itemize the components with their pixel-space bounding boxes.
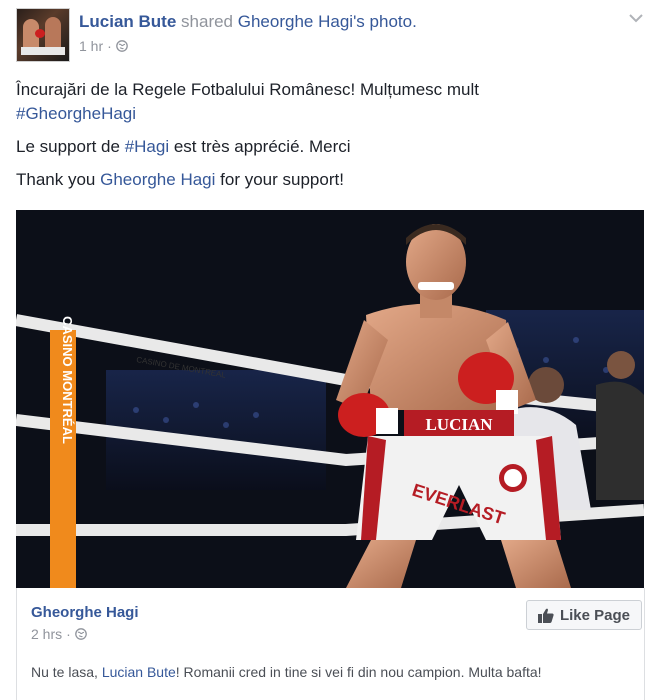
source-owner-link[interactable]: Gheorghe Hagi [238, 12, 353, 31]
post-header: Lucian Bute shared Gheorghe Hagi's photo… [16, 8, 646, 64]
post-line-3-text: Thank you [16, 170, 101, 189]
shared-action-text: shared [181, 12, 234, 31]
like-page-button[interactable]: Like Page [526, 600, 642, 630]
author-avatar[interactable] [16, 8, 70, 62]
mention-lucian-bute[interactable]: Lucian Bute [102, 664, 176, 680]
meta-separator: · [107, 38, 112, 54]
corner-pad-text: CASINO MONTRÉAL [60, 316, 75, 444]
like-page-label: Like Page [559, 606, 631, 624]
shared-photo[interactable]: CASINO MONTRÉAL CASINO DE MONTREAL LUCIA… [16, 210, 644, 588]
shared-meta: 2 hrs · [31, 626, 87, 642]
shared-page-name-link[interactable]: Gheorghe Hagi [31, 604, 139, 621]
post-paragraph-3: Thank you Gheorghe Hagi for your support… [16, 168, 641, 192]
shared-body-start: Nu te lasa, [31, 664, 102, 680]
post-line-2-text: Le support de [16, 137, 125, 156]
shared-globe-icon[interactable] [74, 628, 87, 640]
waistband-text: LUCIAN [425, 415, 493, 434]
post-paragraph-2: Le support de #Hagi est très apprécié. M… [16, 135, 641, 159]
post-meta: 1 hr · [79, 38, 128, 54]
thumbs-up-icon [537, 608, 554, 623]
post-line-2-tail: est très apprécié. Merci [169, 137, 351, 156]
post-line-1: Încurajări de la Regele Fotbalului Român… [16, 80, 479, 99]
shared-body-text: Nu te lasa, Lucian Bute! Romanii cred in… [31, 664, 641, 680]
hashtag-hagi[interactable]: #Hagi [125, 137, 169, 156]
mention-gheorghe-hagi[interactable]: Gheorghe Hagi [100, 170, 215, 189]
post-paragraph-1: Încurajări de la Regele Fotbalului Român… [16, 78, 641, 126]
shared-timestamp[interactable]: 2 hrs [31, 626, 62, 642]
hashtag-gheorghehagi[interactable]: #GheorgheHagi [16, 104, 136, 123]
shared-body-end: ! Romanii cred in tine si vei fi din nou… [175, 664, 542, 680]
author-name-link[interactable]: Lucian Bute [79, 12, 176, 31]
post-message: Încurajări de la Regele Fotbalului Român… [16, 78, 641, 201]
shared-attribution-box: Gheorghe Hagi 2 hrs · Like Page Nu te la… [16, 588, 645, 700]
source-photo-link[interactable]: 's photo. [353, 12, 417, 31]
shared-meta-separator: · [66, 626, 71, 642]
post-timestamp[interactable]: 1 hr [79, 38, 103, 54]
post-title-line: Lucian Bute shared Gheorghe Hagi's photo… [79, 12, 417, 32]
post-line-3-tail: for your support! [215, 170, 344, 189]
chevron-down-icon[interactable] [628, 12, 644, 24]
globe-icon[interactable] [115, 40, 128, 52]
